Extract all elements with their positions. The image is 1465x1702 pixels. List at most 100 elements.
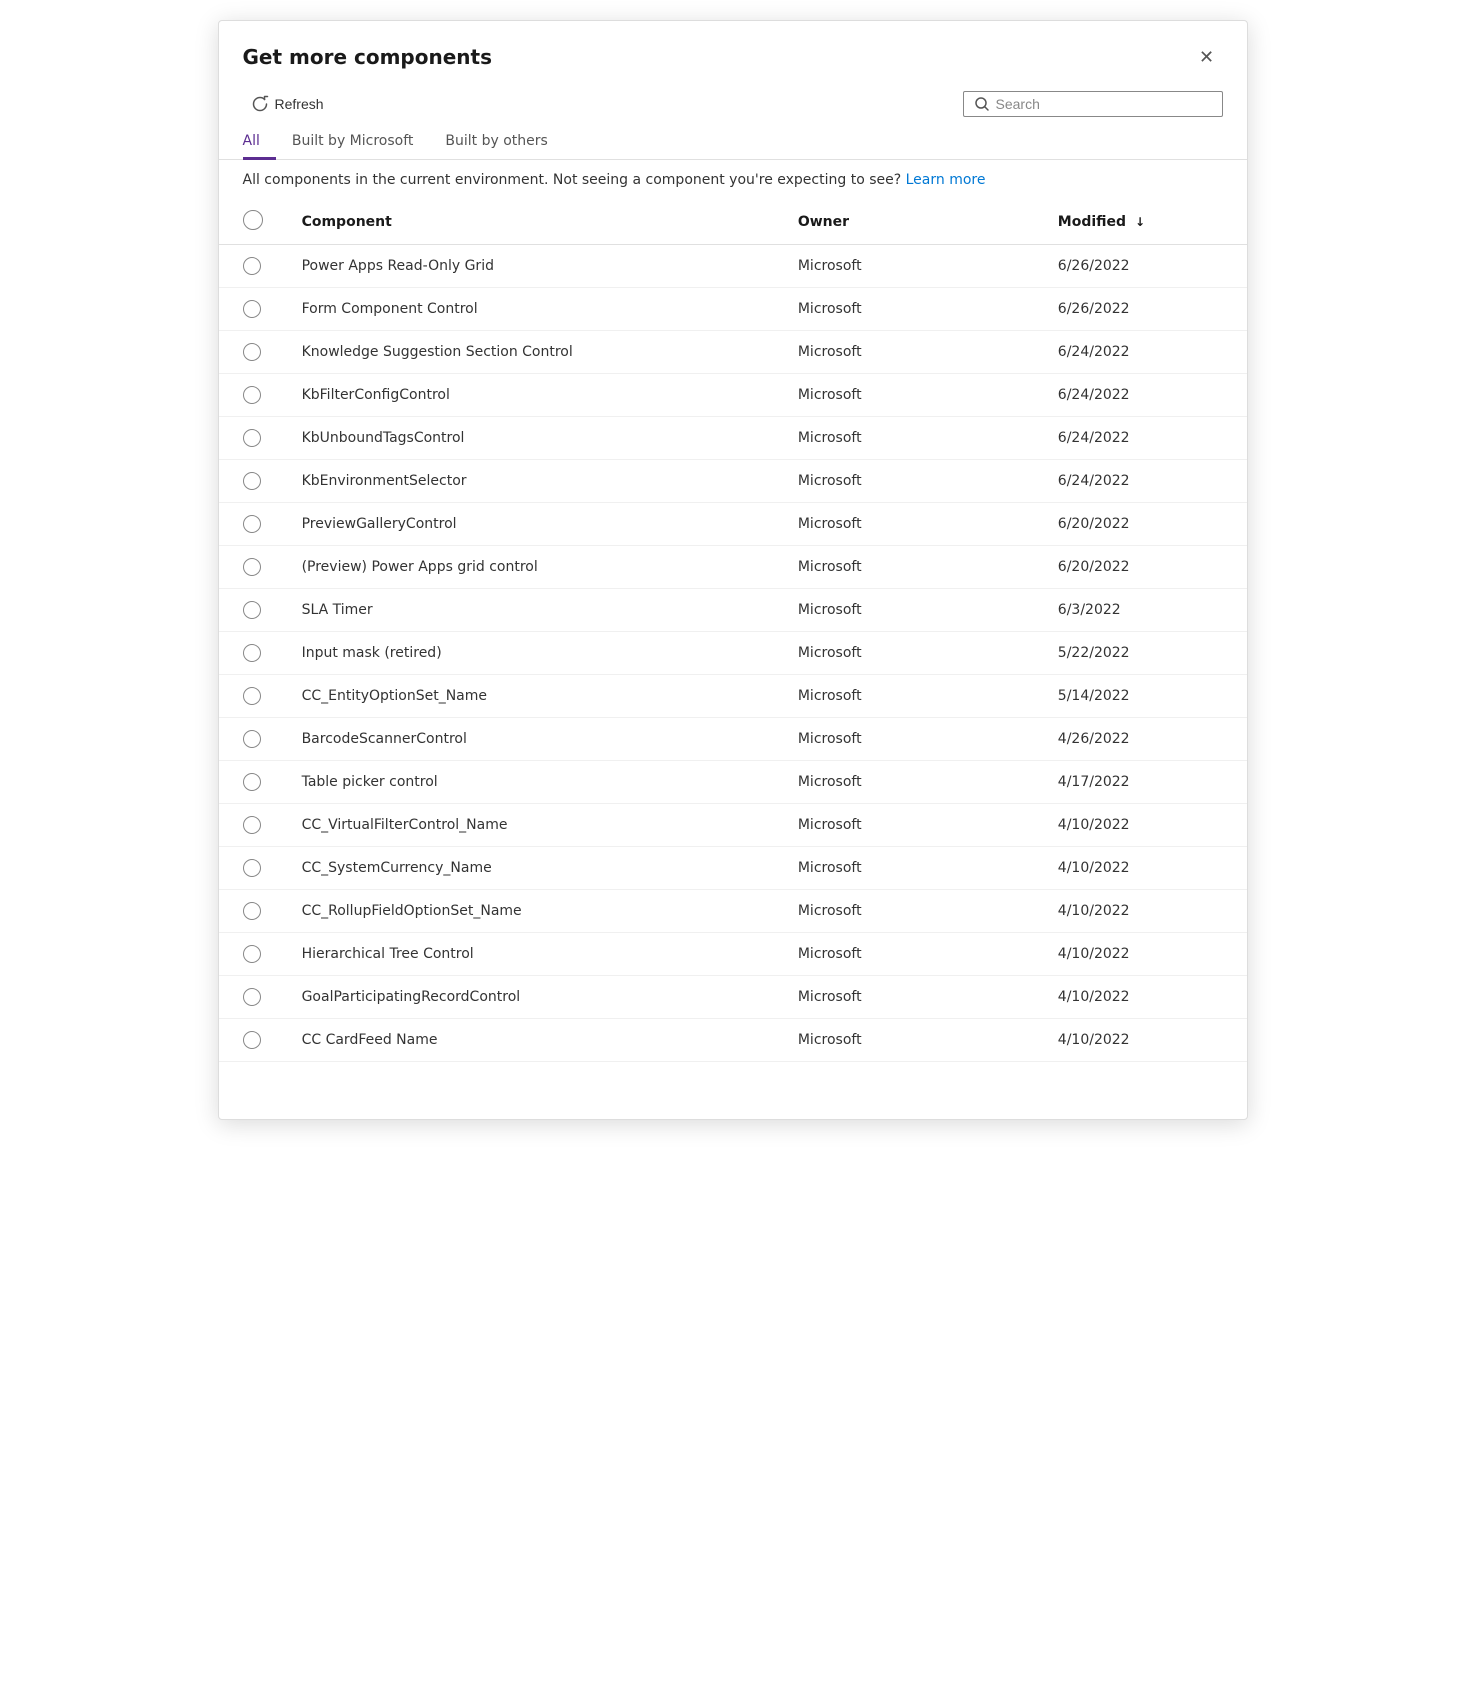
row-modified: 4/10/2022: [1034, 890, 1247, 933]
row-checkbox[interactable]: [243, 902, 261, 920]
row-owner: Microsoft: [774, 374, 1034, 417]
select-all-checkbox[interactable]: [243, 210, 263, 230]
row-owner: Microsoft: [774, 331, 1034, 374]
info-text: All components in the current environmen…: [243, 172, 902, 188]
row-owner: Microsoft: [774, 632, 1034, 675]
row-component: KbFilterConfigControl: [278, 374, 774, 417]
row-component: CC_RollupFieldOptionSet_Name: [278, 890, 774, 933]
table-container: Component Owner Modified ↓ Power Apps Re…: [219, 200, 1247, 1119]
row-component: (Preview) Power Apps grid control: [278, 546, 774, 589]
row-owner: Microsoft: [774, 675, 1034, 718]
row-checkbox[interactable]: [243, 257, 261, 275]
row-component: CC_SystemCurrency_Name: [278, 847, 774, 890]
row-check-cell: [219, 632, 278, 675]
table-row: (Preview) Power Apps grid control Micros…: [219, 546, 1247, 589]
row-checkbox[interactable]: [243, 730, 261, 748]
tabs-container: All Built by Microsoft Built by others: [219, 125, 1247, 160]
table-row: Power Apps Read-Only Grid Microsoft 6/26…: [219, 245, 1247, 288]
row-component: CC CardFeed Name: [278, 1019, 774, 1062]
table-row: Form Component Control Microsoft 6/26/20…: [219, 288, 1247, 331]
row-checkbox[interactable]: [243, 300, 261, 318]
learn-more-link[interactable]: Learn more: [906, 172, 986, 188]
row-owner: Microsoft: [774, 546, 1034, 589]
row-owner: Microsoft: [774, 761, 1034, 804]
row-checkbox[interactable]: [243, 515, 261, 533]
tab-all[interactable]: All: [243, 125, 276, 160]
row-checkbox[interactable]: [243, 644, 261, 662]
row-check-cell: [219, 976, 278, 1019]
row-check-cell: [219, 503, 278, 546]
refresh-icon: [251, 95, 269, 113]
table-row: SLA Timer Microsoft 6/3/2022: [219, 589, 1247, 632]
toolbar: Refresh: [219, 83, 1247, 125]
dialog-header: Get more components ✕: [219, 21, 1247, 83]
row-check-cell: [219, 1019, 278, 1062]
row-owner: Microsoft: [774, 976, 1034, 1019]
row-checkbox[interactable]: [243, 1031, 261, 1049]
dialog-title: Get more components: [243, 45, 492, 69]
row-checkbox[interactable]: [243, 343, 261, 361]
row-owner: Microsoft: [774, 890, 1034, 933]
row-modified: 6/20/2022: [1034, 503, 1247, 546]
row-modified: 5/14/2022: [1034, 675, 1247, 718]
row-checkbox[interactable]: [243, 816, 261, 834]
refresh-button[interactable]: Refresh: [243, 91, 332, 117]
row-check-cell: [219, 460, 278, 503]
row-check-cell: [219, 933, 278, 976]
components-table: Component Owner Modified ↓ Power Apps Re…: [219, 200, 1247, 1062]
row-checkbox[interactable]: [243, 945, 261, 963]
row-modified: 4/10/2022: [1034, 847, 1247, 890]
row-checkbox[interactable]: [243, 687, 261, 705]
table-row: CC_VirtualFilterControl_Name Microsoft 4…: [219, 804, 1247, 847]
row-checkbox[interactable]: [243, 429, 261, 447]
row-checkbox[interactable]: [243, 988, 261, 1006]
table-row: CC_EntityOptionSet_Name Microsoft 5/14/2…: [219, 675, 1247, 718]
row-component: Power Apps Read-Only Grid: [278, 245, 774, 288]
header-owner: Owner: [774, 200, 1034, 245]
header-component: Component: [278, 200, 774, 245]
row-check-cell: [219, 804, 278, 847]
tab-built-by-others[interactable]: Built by others: [429, 125, 563, 160]
info-bar: All components in the current environmen…: [219, 160, 1247, 200]
table-row: BarcodeScannerControl Microsoft 4/26/202…: [219, 718, 1247, 761]
row-modified: 6/24/2022: [1034, 460, 1247, 503]
row-checkbox[interactable]: [243, 601, 261, 619]
row-owner: Microsoft: [774, 804, 1034, 847]
search-icon: [974, 96, 990, 112]
row-component: GoalParticipatingRecordControl: [278, 976, 774, 1019]
row-check-cell: [219, 675, 278, 718]
table-row: CC_SystemCurrency_Name Microsoft 4/10/20…: [219, 847, 1247, 890]
row-checkbox[interactable]: [243, 558, 261, 576]
row-checkbox[interactable]: [243, 773, 261, 791]
row-owner: Microsoft: [774, 718, 1034, 761]
row-modified: 5/22/2022: [1034, 632, 1247, 675]
row-check-cell: [219, 761, 278, 804]
row-check-cell: [219, 417, 278, 460]
row-component: KbUnboundTagsControl: [278, 417, 774, 460]
search-input[interactable]: [996, 96, 1212, 112]
row-checkbox[interactable]: [243, 859, 261, 877]
row-checkbox[interactable]: [243, 472, 261, 490]
row-modified: 6/24/2022: [1034, 331, 1247, 374]
row-check-cell: [219, 847, 278, 890]
row-check-cell: [219, 718, 278, 761]
row-owner: Microsoft: [774, 417, 1034, 460]
row-component: CC_VirtualFilterControl_Name: [278, 804, 774, 847]
tab-built-by-microsoft[interactable]: Built by Microsoft: [276, 125, 430, 160]
row-checkbox[interactable]: [243, 386, 261, 404]
search-container: [963, 91, 1223, 117]
row-owner: Microsoft: [774, 460, 1034, 503]
row-owner: Microsoft: [774, 933, 1034, 976]
row-check-cell: [219, 245, 278, 288]
row-modified: 6/20/2022: [1034, 546, 1247, 589]
header-modified[interactable]: Modified ↓: [1034, 200, 1247, 245]
table-row: Knowledge Suggestion Section Control Mic…: [219, 331, 1247, 374]
get-more-components-dialog: Get more components ✕ Refresh All Built …: [218, 20, 1248, 1120]
row-component: Form Component Control: [278, 288, 774, 331]
close-button[interactable]: ✕: [1191, 41, 1223, 73]
refresh-label: Refresh: [275, 96, 324, 112]
row-component: KbEnvironmentSelector: [278, 460, 774, 503]
row-check-cell: [219, 374, 278, 417]
row-component: CC_EntityOptionSet_Name: [278, 675, 774, 718]
row-modified: 4/10/2022: [1034, 933, 1247, 976]
